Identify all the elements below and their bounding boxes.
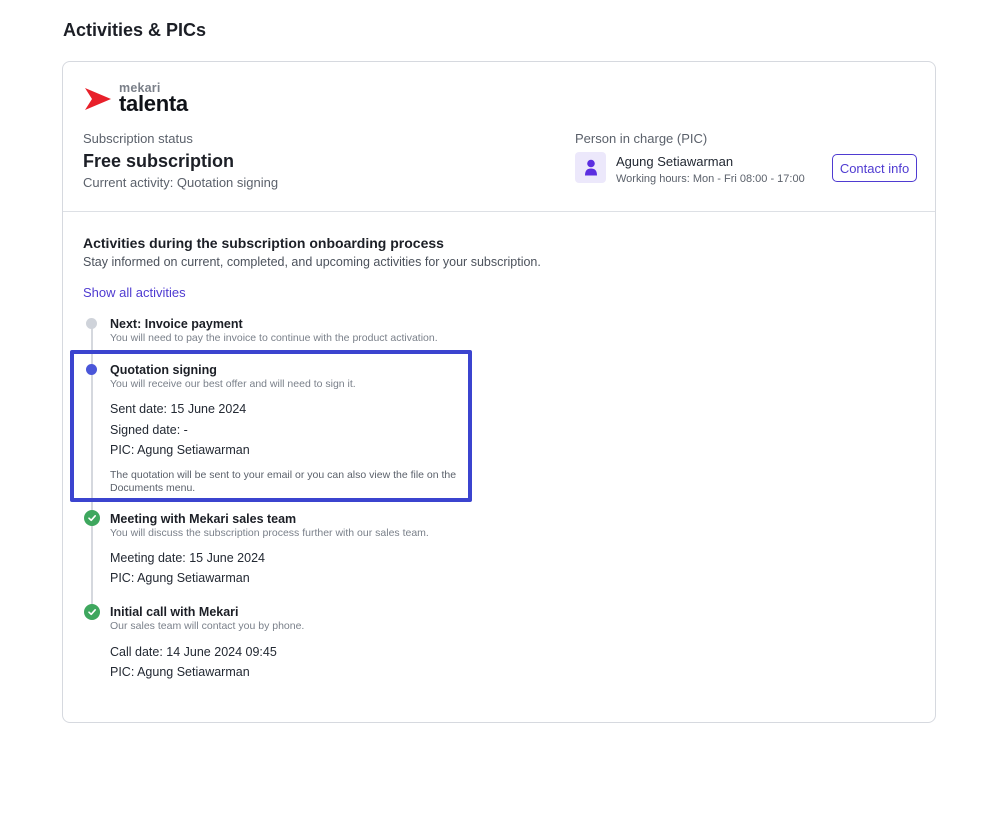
section-divider xyxy=(63,211,935,212)
show-all-activities-link[interactable]: Show all activities xyxy=(83,285,186,300)
step-pic: PIC: Agung Setiawarman xyxy=(110,665,250,679)
current-activity: Current activity: Quotation signing xyxy=(83,175,279,190)
check-icon xyxy=(84,510,100,526)
pic-name: Agung Setiawarman xyxy=(616,154,734,169)
mekari-talenta-logo: mekari talenta xyxy=(83,81,203,116)
upcoming-step-dot xyxy=(86,318,97,329)
subscription-status-value: Free subscription xyxy=(83,151,235,171)
step-subtitle: You will need to pay the invoice to cont… xyxy=(110,332,438,344)
activities-description: Stay informed on current, completed, and… xyxy=(83,255,541,269)
step-title: Initial call with Mekari xyxy=(110,605,239,619)
timeline-connector xyxy=(91,519,93,612)
call-date: Call date: 14 June 2024 09:45 xyxy=(110,645,277,659)
page-title: Activities & PICs xyxy=(63,20,207,40)
pic-label: Person in charge (PIC) xyxy=(575,131,708,146)
meeting-date: Meeting date: 15 June 2024 xyxy=(110,551,265,565)
mekari-logo-icon xyxy=(85,88,111,110)
current-step-highlight xyxy=(70,350,472,502)
step-subtitle: You will discuss the subscription proces… xyxy=(110,527,429,539)
subscription-card: mekari talenta Subscription status Free … xyxy=(62,61,936,723)
step-title: Next: Invoice payment xyxy=(110,317,243,331)
activities-title: Activities during the subscription onboa… xyxy=(83,235,444,251)
step-pic: PIC: Agung Setiawarman xyxy=(110,571,250,585)
brand-main-text: talenta xyxy=(119,91,188,116)
person-icon xyxy=(575,152,606,183)
pic-working-hours: Working hours: Mon - Fri 08:00 - 17:00 xyxy=(616,173,805,185)
check-icon xyxy=(84,604,100,620)
step-title: Meeting with Mekari sales team xyxy=(110,512,297,526)
step-subtitle: Our sales team will contact you by phone… xyxy=(110,620,305,632)
subscription-status-label: Subscription status xyxy=(83,131,193,146)
contact-info-button[interactable]: Contact info xyxy=(832,154,917,182)
